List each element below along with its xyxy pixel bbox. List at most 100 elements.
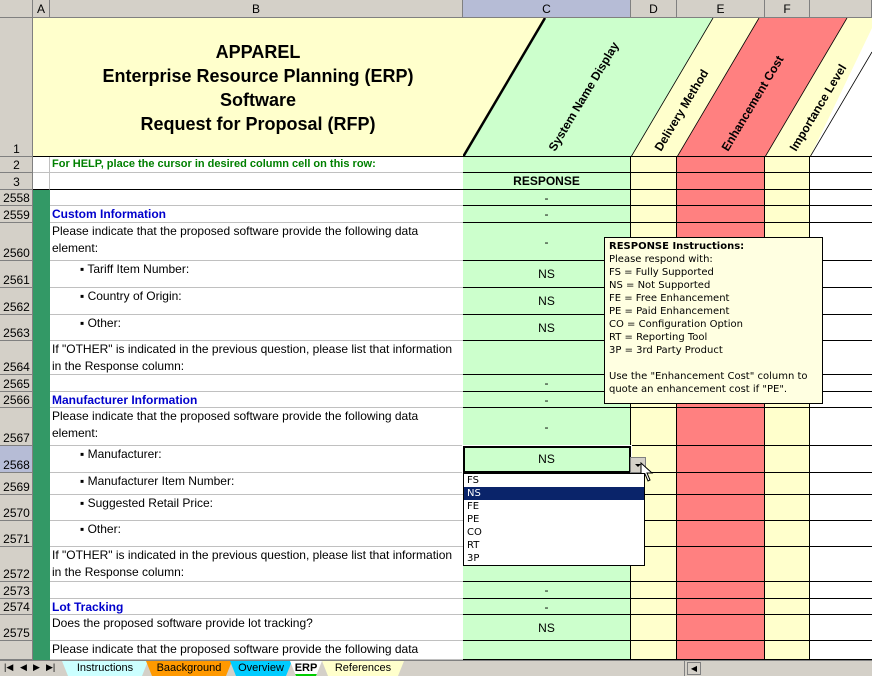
row-header-2[interactable]: 2 xyxy=(0,157,33,173)
enhancement-cost-cell[interactable] xyxy=(677,641,765,660)
row-header[interactable]: 2564 xyxy=(0,341,33,375)
importance-level-cell[interactable] xyxy=(765,408,810,446)
delivery-method-cell[interactable] xyxy=(631,206,677,223)
row-header[interactable]: 2571 xyxy=(0,521,33,547)
last-sheet-icon[interactable]: ▶| xyxy=(46,662,55,673)
column-header-c[interactable]: C xyxy=(463,0,631,18)
cell-d3[interactable] xyxy=(631,173,677,190)
empty-cell[interactable] xyxy=(810,495,872,521)
row-header[interactable]: 2573 xyxy=(0,582,33,599)
cell-e2[interactable] xyxy=(677,157,765,173)
sheet-tab-erp[interactable]: ERP xyxy=(290,661,322,676)
response-cell[interactable]: - xyxy=(463,599,631,615)
delivery-method-cell[interactable] xyxy=(631,641,677,660)
sheet-tab-references[interactable]: References xyxy=(322,661,404,676)
sheet-tab-instructions[interactable]: Instructions xyxy=(62,661,148,676)
row-header-3[interactable]: 3 xyxy=(0,173,33,190)
empty-cell[interactable] xyxy=(810,641,872,660)
empty-cell[interactable] xyxy=(810,599,872,615)
empty-cell[interactable] xyxy=(810,521,872,547)
requirement-text[interactable]: Does the proposed software provide lot t… xyxy=(50,615,463,641)
requirement-text[interactable]: Please indicate that the proposed softwa… xyxy=(50,641,463,660)
row-header[interactable]: 2560 xyxy=(0,223,33,261)
column-header-a[interactable]: A xyxy=(33,0,50,18)
empty-cell[interactable] xyxy=(810,582,872,599)
delivery-method-cell[interactable] xyxy=(631,599,677,615)
empty-cell[interactable] xyxy=(810,547,872,582)
prev-sheet-icon[interactable]: ◀ xyxy=(20,662,27,673)
importance-level-cell[interactable] xyxy=(765,446,810,473)
title-cell[interactable]: APPAREL Enterprise Resource Planning (ER… xyxy=(33,18,463,157)
row-header[interactable]: 2562 xyxy=(0,288,33,315)
select-all-corner[interactable] xyxy=(0,0,33,18)
dropdown-option[interactable]: FE xyxy=(464,500,644,513)
requirement-text[interactable] xyxy=(50,190,463,206)
empty-cell[interactable] xyxy=(810,190,872,206)
response-dropdown-list[interactable]: FS NS FE PE CO RT 3P xyxy=(463,473,645,566)
requirement-text[interactable] xyxy=(50,375,463,392)
enhancement-cost-cell[interactable] xyxy=(677,206,765,223)
section-heading[interactable]: Manufacturer Information xyxy=(50,392,463,408)
requirement-text[interactable]: If "OTHER" is indicated in the previous … xyxy=(50,341,463,375)
importance-level-cell[interactable] xyxy=(765,547,810,582)
importance-level-cell[interactable] xyxy=(765,521,810,547)
empty-cell[interactable] xyxy=(810,408,872,446)
row-header[interactable]: 2572 xyxy=(0,547,33,582)
dropdown-option[interactable]: NS xyxy=(464,487,644,500)
requirement-text[interactable]: Please indicate that the proposed softwa… xyxy=(50,223,463,261)
column-header-f[interactable]: F xyxy=(765,0,810,18)
row-header[interactable]: 2563 xyxy=(0,315,33,341)
requirement-text[interactable]: ▪ Manufacturer Item Number: xyxy=(50,473,463,495)
cell-e3[interactable] xyxy=(677,173,765,190)
section-heading[interactable]: Custom Information xyxy=(50,206,463,223)
cell-g2[interactable] xyxy=(810,157,872,173)
enhancement-cost-cell[interactable] xyxy=(677,599,765,615)
dropdown-option[interactable]: PE xyxy=(464,513,644,526)
enhancement-cost-cell[interactable] xyxy=(677,495,765,521)
requirement-text[interactable] xyxy=(50,582,463,599)
row-header[interactable]: 2567 xyxy=(0,408,33,446)
requirement-text[interactable]: ▪ Tariff Item Number: xyxy=(50,261,463,288)
delivery-method-cell[interactable] xyxy=(631,408,677,446)
response-cell[interactable]: - xyxy=(463,582,631,599)
response-cell[interactable]: - xyxy=(463,408,631,446)
enhancement-cost-cell[interactable] xyxy=(677,547,765,582)
requirement-text[interactable]: ▪ Other: xyxy=(50,315,463,341)
next-sheet-icon[interactable]: ▶ xyxy=(33,662,40,673)
requirement-text[interactable]: If "OTHER" is indicated in the previous … xyxy=(50,547,463,582)
row-header[interactable]: 2569 xyxy=(0,473,33,495)
active-cell-c2568[interactable] xyxy=(462,445,632,474)
response-cell[interactable] xyxy=(463,641,631,660)
requirement-text[interactable]: Please indicate that the proposed softwa… xyxy=(50,408,463,446)
empty-cell[interactable] xyxy=(810,206,872,223)
importance-level-cell[interactable] xyxy=(765,473,810,495)
dropdown-option[interactable]: CO xyxy=(464,526,644,539)
delivery-method-cell[interactable] xyxy=(631,190,677,206)
empty-cell[interactable] xyxy=(810,615,872,641)
enhancement-cost-cell[interactable] xyxy=(677,582,765,599)
row-header[interactable]: 2565 xyxy=(0,375,33,392)
importance-level-cell[interactable] xyxy=(765,582,810,599)
section-heading[interactable]: Lot Tracking xyxy=(50,599,463,615)
sheet-tab-baackground[interactable]: Baackground xyxy=(146,661,232,676)
delivery-method-cell[interactable] xyxy=(631,582,677,599)
cell-d2[interactable] xyxy=(631,157,677,173)
cell-f3[interactable] xyxy=(765,173,810,190)
row-header[interactable]: 2559 xyxy=(0,206,33,223)
dropdown-option[interactable]: 3P xyxy=(464,552,644,565)
row-header[interactable]: 2574 xyxy=(0,599,33,615)
row-header-1[interactable]: 1 xyxy=(0,18,33,157)
requirement-text[interactable]: ▪ Manufacturer: xyxy=(50,446,463,473)
response-cell[interactable]: NS xyxy=(463,615,631,641)
enhancement-cost-cell[interactable] xyxy=(677,190,765,206)
sheet-tab-overview[interactable]: Overview xyxy=(230,661,292,676)
row-header[interactable]: 2566 xyxy=(0,392,33,408)
importance-level-cell[interactable] xyxy=(765,495,810,521)
empty-cell[interactable] xyxy=(810,446,872,473)
importance-level-cell[interactable] xyxy=(765,641,810,660)
enhancement-cost-cell[interactable] xyxy=(677,615,765,641)
column-header-e[interactable]: E xyxy=(677,0,765,18)
enhancement-cost-cell[interactable] xyxy=(677,408,765,446)
importance-level-cell[interactable] xyxy=(765,206,810,223)
row-header[interactable]: 2558 xyxy=(0,190,33,206)
